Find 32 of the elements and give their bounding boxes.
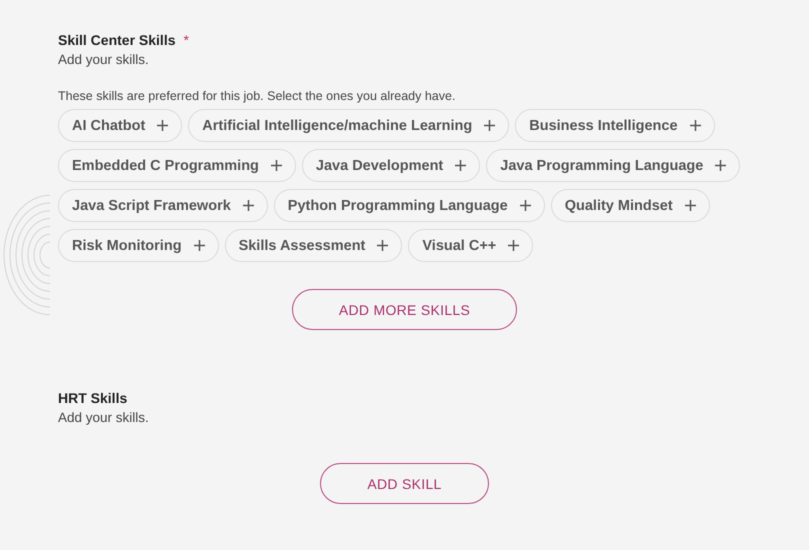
skill-chip[interactable]: AI Chatbot xyxy=(58,109,182,142)
plus-icon xyxy=(520,200,531,211)
skill-chip[interactable]: Java Development xyxy=(302,149,480,182)
add-skill-button[interactable]: ADD SKILL xyxy=(320,463,489,504)
section-title: Skill Center Skills xyxy=(58,32,176,48)
skill-chip[interactable]: Risk Monitoring xyxy=(58,229,219,262)
skill-chip[interactable]: Business Intelligence xyxy=(515,109,715,142)
plus-icon xyxy=(484,120,496,131)
plus-icon xyxy=(157,120,168,131)
plus-icon xyxy=(377,240,388,251)
skill-chip[interactable]: Embedded C Programming xyxy=(58,149,296,182)
required-marker: * xyxy=(184,32,189,48)
skill-chip[interactable]: Quality Mindset xyxy=(550,189,710,222)
skill-chip[interactable]: Python Programming Language xyxy=(274,189,545,222)
skill-chip[interactable]: Artificial Intelligence/machine Learning xyxy=(188,109,510,142)
plus-icon xyxy=(508,240,520,251)
plus-icon xyxy=(455,160,466,171)
skill-chip[interactable]: Visual C++ xyxy=(408,229,534,262)
plus-icon xyxy=(194,240,205,251)
section-title: HRT Skills xyxy=(58,390,128,406)
plus-icon xyxy=(270,160,282,171)
plus-icon xyxy=(690,120,701,131)
skill-chip[interactable]: Java Programming Language xyxy=(486,149,740,182)
hint-text: These skills are preferred for this job. Select the ones you already have. xyxy=(58,89,456,103)
plus-icon xyxy=(715,160,726,171)
section-subtitle: Add your skills. xyxy=(58,52,150,67)
plus-icon xyxy=(684,200,696,211)
skill-chip[interactable]: Skills Assessment xyxy=(224,229,402,262)
section-subtitle: Add your skills. xyxy=(58,410,150,425)
plus-icon xyxy=(242,200,254,211)
add-skill-button[interactable]: ADD MORE SKILLS xyxy=(292,289,518,330)
skill-chip[interactable]: Java Script Framework xyxy=(58,189,268,222)
